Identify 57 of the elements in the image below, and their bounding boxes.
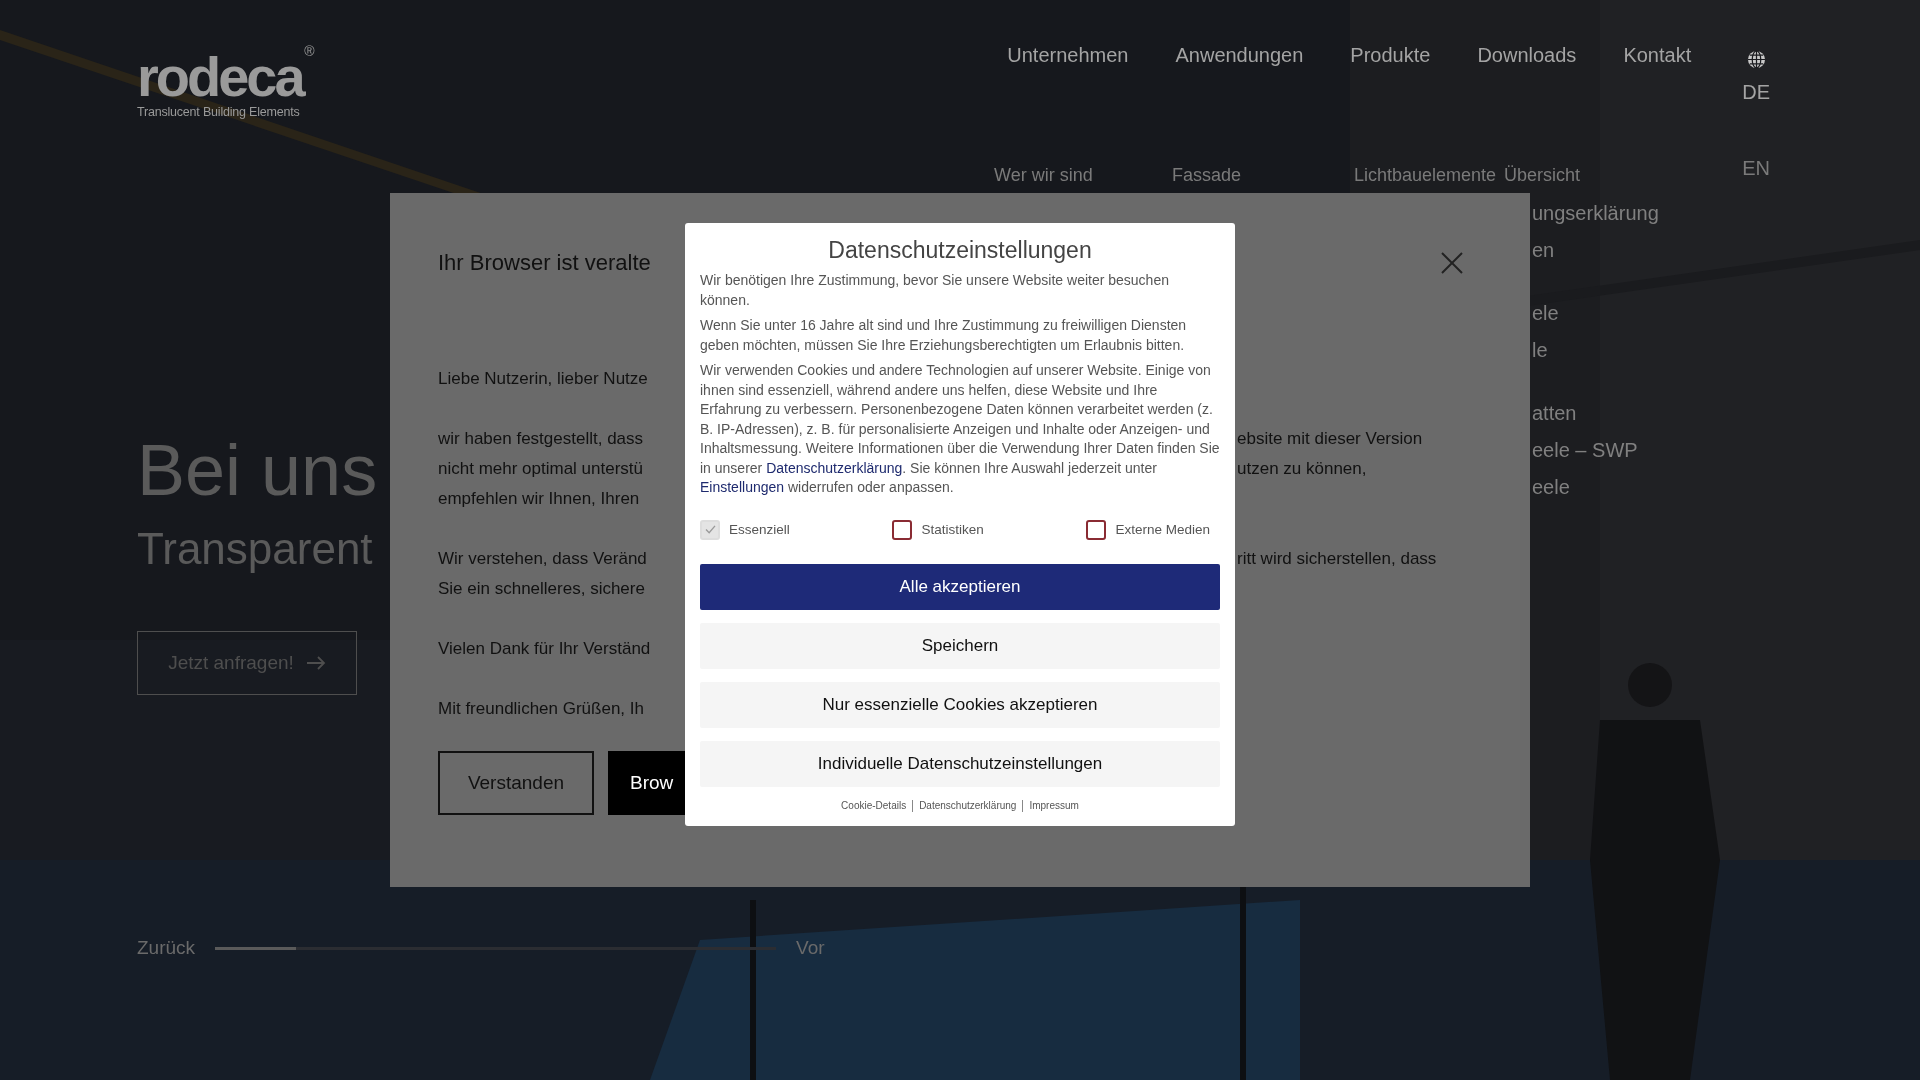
footer-link[interactable]: Impressum: [1022, 799, 1085, 812]
menu-item[interactable]: atten: [1532, 400, 1659, 426]
consent-button[interactable]: Nur essenzielle Cookies akzeptieren: [700, 681, 1220, 728]
consent-paragraph: Wir benötigen Ihre Zustimmung, bevor Sie unsere Website weiter besuchen können.: [700, 271, 1170, 310]
checkbox[interactable]: [892, 519, 913, 540]
menu-item[interactable]: en: [1532, 237, 1659, 263]
menu-item[interactable]: Wer wir sind: [994, 162, 1172, 188]
browser-button[interactable]: Brow: [608, 751, 685, 815]
consent-button[interactable]: Individuelle Datenschutzeinstellungen: [700, 740, 1220, 787]
dialog-text: ebsite mit dieser Version: [1237, 429, 1423, 449]
menu-item[interactable]: eele – SWP: [1532, 437, 1659, 463]
checkbox-label: Essenziell: [729, 522, 790, 537]
nav-link[interactable]: Downloads: [1477, 42, 1577, 68]
consent-paragraph: Wenn Sie unter 16 Jahre alt sind und Ihre Zustimmung zu freiwilligen Diensten geben möchten, müssen Sie Ihre Erziehungsberechtigten um Erlaubnis bitten.: [700, 316, 1188, 355]
close-icon: [1440, 251, 1464, 275]
globe-icon: [1746, 50, 1766, 69]
checkbox-label: Statistiken: [921, 522, 984, 537]
dialog-text: Mit freundlichen Grüßen, Ih: [438, 699, 645, 719]
dialog-text: Liebe Nutzerin, lieber Nutze: [438, 369, 649, 389]
dialog-text: ritt wird sicherstellen, dass: [1237, 549, 1437, 569]
nav-link[interactable]: Anwendungen: [1175, 42, 1304, 68]
dialog-title: Datenschutzeinstellungen: [827, 236, 1093, 265]
nav-link[interactable]: Unternehmen: [1007, 42, 1129, 68]
checkbox[interactable]: [1086, 519, 1107, 540]
menu-item[interactable]: Fassade: [1172, 162, 1354, 188]
dialog-text: Sie ein schnelleres, sichere: [438, 579, 646, 599]
text-link[interactable]: Einstellungen: [700, 479, 785, 495]
menu-item[interactable]: Lichtbauelemente: [1354, 162, 1504, 188]
nav-link[interactable]: Produkte: [1350, 42, 1431, 68]
logo[interactable]: rodeca® Translucent Building Elements: [137, 42, 319, 181]
consent-paragraph: Wir verwenden Cookies und andere Technologien auf unserer Website. Einige von ihnen sind essenziell, während andere uns helfen, diese Website und Ihre Erfahrung zu verbessern. Personenbezogene Daten können verarbeitet werden (z. B. IP-Adressen), z. B. für personalisierte Anzeigen und Inhalte oder Anzeigen- und Inhaltsmessung. Weitere Informationen über die Verwendung Ihrer Daten finden Sie in unserer Datenschutzerklärung. Sie können Ihre Auswahl jederzeit unter Einstellungen widerrufen oder anpassen.: [700, 361, 1220, 497]
dialog-text: Vielen Dank für Ihr Verständ: [438, 639, 652, 659]
language-link[interactable]: DE: [1742, 79, 1770, 105]
dialog-text: Wir verstehen, dass Veränd: [438, 549, 648, 569]
close-button[interactable]: [1440, 251, 1464, 275]
hero-subtitle: Transparent: [137, 523, 373, 575]
menu-item[interactable]: Übersicht: [1504, 162, 1581, 188]
dialog-text: utzen zu können,: [1237, 459, 1367, 479]
menu-item[interactable]: ungserklärung: [1532, 200, 1659, 226]
check-icon: [704, 525, 716, 534]
hero-title: Bei uns: [137, 430, 378, 510]
footer-link[interactable]: Datenschutzerklärung: [912, 799, 1023, 812]
arrow-icon: [305, 656, 326, 670]
accept-all-button[interactable]: Alle akzeptieren: [700, 563, 1220, 610]
dialog-text: nicht mehr optimal unterstü: [438, 459, 645, 479]
dialog-text: wir haben festgestellt, dass: [438, 429, 645, 449]
menu-item[interactable]: le: [1532, 337, 1659, 363]
checkbox-label: Externe Medien: [1115, 522, 1210, 537]
footer-link[interactable]: Cookie-Details: [835, 799, 913, 812]
nav-link[interactable]: Kontakt: [1623, 42, 1692, 68]
language-link[interactable]: EN: [1742, 155, 1770, 181]
dialog-title: Ihr Browser ist veralte: [438, 250, 651, 276]
understood-button[interactable]: Verstanden: [438, 751, 594, 815]
consent-button[interactable]: Speichern: [700, 622, 1220, 669]
menu-item[interactable]: eele: [1532, 474, 1659, 500]
menu-item[interactable]: ele: [1532, 300, 1659, 326]
dialog-text: empfehlen wir Ihnen, Ihren: [438, 489, 641, 509]
